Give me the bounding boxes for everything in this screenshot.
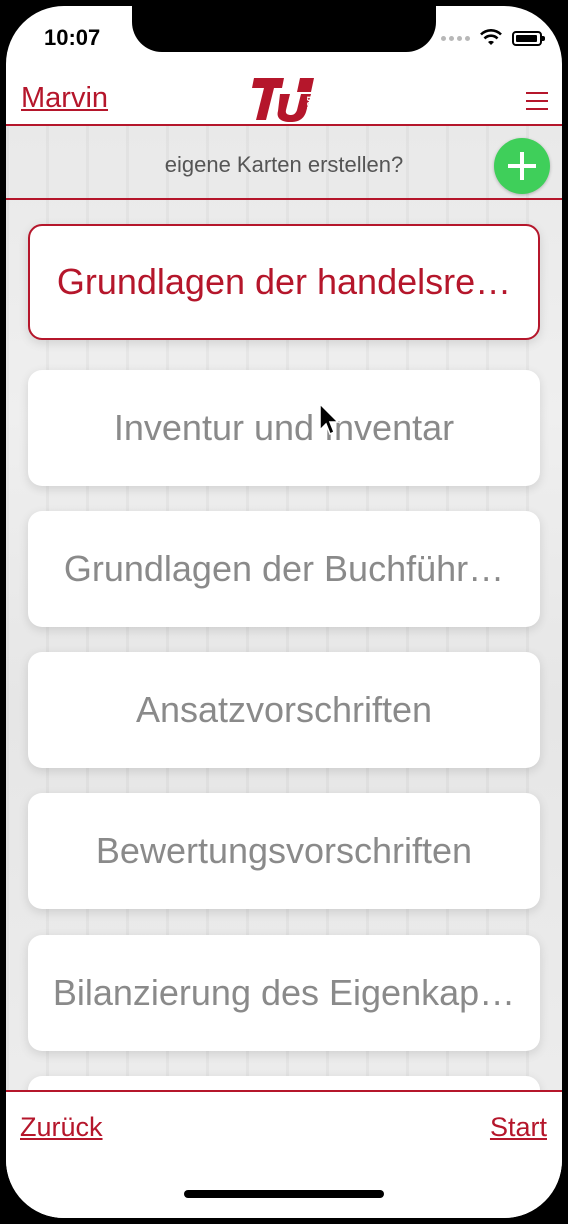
- topic-card[interactable]: Bewertungsvorschriften: [28, 793, 540, 909]
- topic-card[interactable]: Grundlagen der handelsre…: [28, 224, 540, 340]
- hamburger-menu-icon[interactable]: [526, 92, 548, 110]
- battery-icon: [512, 30, 545, 46]
- notch: [132, 6, 436, 52]
- topic-card[interactable]: Inventur und Inventar: [28, 370, 540, 486]
- create-cards-bar: eigene Karten erstellen?: [6, 126, 562, 200]
- topic-card[interactable]: Ansatzvorschriften: [28, 652, 540, 768]
- user-link[interactable]: Marvin: [21, 82, 108, 115]
- home-indicator[interactable]: [184, 1190, 384, 1198]
- add-button[interactable]: [494, 138, 550, 194]
- back-link[interactable]: Zurück: [20, 1112, 103, 1143]
- mouse-cursor-icon: [319, 403, 340, 436]
- signal-icon: [441, 35, 470, 41]
- create-cards-prompt: eigene Karten erstellen?: [164, 152, 404, 177]
- status-time: 10:07: [44, 25, 101, 50]
- svg-text:berlin: berlin: [305, 96, 315, 121]
- start-link[interactable]: Start: [490, 1112, 547, 1143]
- app-header: Marvin berlin: [6, 68, 562, 126]
- status-icons: [441, 28, 545, 48]
- tu-berlin-logo: berlin: [252, 78, 315, 122]
- phone-screen: 10:07 Marvin berlin eigene Karten erstel…: [6, 6, 562, 1218]
- footer-bar: Zurück Start: [6, 1090, 562, 1218]
- topic-card[interactable]: Grundlagen der Buchführ…: [28, 511, 540, 627]
- topic-card[interactable]: Bilanzierung des Eigenkap…: [28, 935, 540, 1051]
- wifi-icon: [480, 29, 502, 45]
